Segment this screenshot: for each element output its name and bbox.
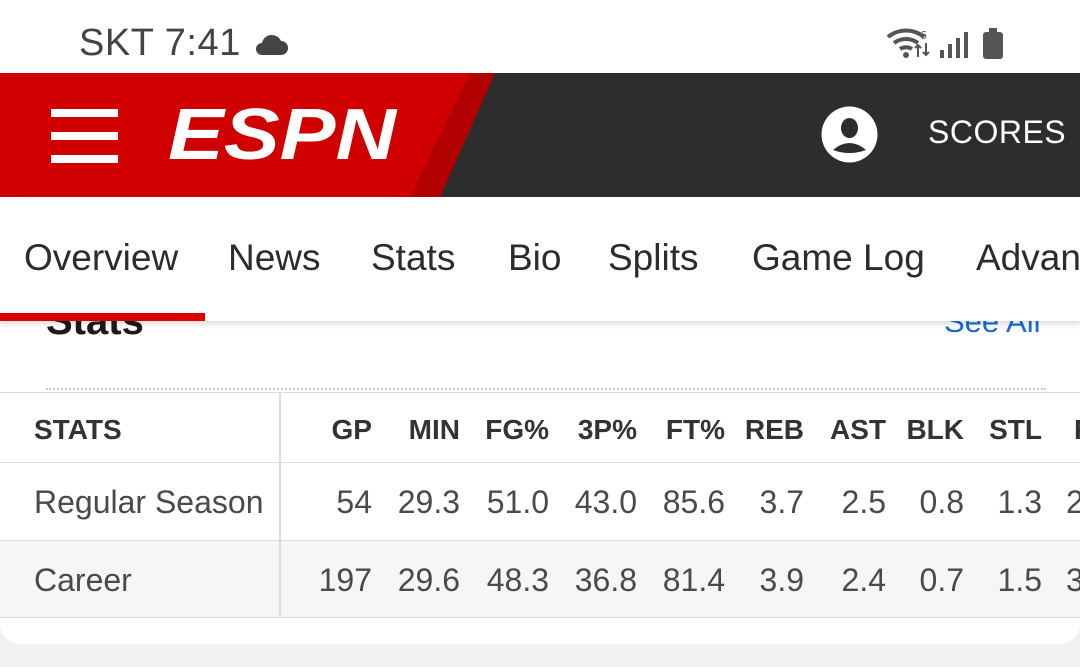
- tab-news[interactable]: News: [228, 237, 321, 279]
- stat-cell: 0.7: [919, 562, 964, 598]
- divider: [46, 388, 1046, 390]
- stat-cell: 1.3: [997, 484, 1042, 520]
- tab-advanced[interactable]: Advan: [976, 237, 1080, 279]
- column-header[interactable]: GP: [332, 414, 372, 446]
- column-header[interactable]: FG%: [485, 414, 549, 446]
- menu-button[interactable]: [51, 109, 118, 163]
- menu-bar: [51, 155, 118, 163]
- stat-cell: 54: [336, 484, 372, 520]
- table-row: Regular Season 54 29.3 51.0 43.0 85.6 3.…: [0, 462, 1080, 540]
- table-row: Career 197 29.6 48.3 36.8 81.4 3.9 2.4 0…: [0, 540, 1080, 618]
- stat-cell: 2.5: [841, 484, 886, 520]
- stat-cell: 197: [318, 562, 372, 598]
- signal-icon: [940, 32, 968, 58]
- stat-cell: 81.4: [662, 562, 725, 598]
- clock: 7:41: [164, 22, 241, 64]
- column-header[interactable]: AST: [830, 414, 886, 446]
- stat-cell: 51.0: [486, 484, 549, 520]
- menu-bar: [51, 109, 118, 117]
- scores-link[interactable]: SCORES: [928, 114, 1066, 151]
- stat-cell: 43.0: [574, 484, 637, 520]
- stat-cell: 36.8: [574, 562, 637, 598]
- column-header[interactable]: FT%: [666, 414, 725, 446]
- row-label: Regular Season: [34, 484, 264, 520]
- svg-text:ESPN: ESPN: [168, 105, 398, 165]
- svg-text:6: 6: [920, 29, 927, 42]
- see-all-link[interactable]: See All: [944, 321, 1041, 340]
- column-header[interactable]: STL: [989, 414, 1042, 446]
- stat-cell: 29.6: [397, 562, 460, 598]
- battery-icon: [983, 28, 1003, 59]
- stat-cell: 3.9: [759, 562, 804, 598]
- tab-game-log[interactable]: Game Log: [752, 237, 925, 279]
- carrier: SKT: [79, 22, 154, 64]
- stat-cell: 85.6: [662, 484, 725, 520]
- account-icon[interactable]: [821, 106, 878, 163]
- stat-cell: 0.8: [919, 484, 964, 520]
- tab-bio[interactable]: Bio: [508, 237, 561, 279]
- stat-cell: 29.3: [397, 484, 460, 520]
- table-header-row: STATS GP MIN FG% 3P% FT% REB AST BLK STL…: [0, 392, 1080, 462]
- stat-cell: 2: [1066, 484, 1080, 520]
- status-bar: SKT 7:41 6: [0, 0, 1080, 73]
- stat-cell: 1.5: [997, 562, 1042, 598]
- active-tab-indicator: [0, 313, 205, 321]
- stat-cell: 3.7: [759, 484, 804, 520]
- cloud-icon: [256, 34, 288, 55]
- section-title: Stats: [46, 321, 144, 343]
- menu-bar: [51, 132, 118, 140]
- app-header: ESPN SCORES: [0, 73, 1080, 197]
- carrier-time: SKT 7:41: [79, 22, 241, 65]
- column-header: STATS: [34, 414, 122, 445]
- player-tabs: Overview News Stats Bio Splits Game Log …: [0, 197, 1080, 321]
- wifi-icon: 6: [886, 28, 930, 58]
- column-header[interactable]: MIN: [409, 414, 460, 446]
- stat-cell: 3: [1066, 562, 1080, 598]
- tab-overview[interactable]: Overview: [24, 237, 178, 279]
- espn-logo[interactable]: ESPN: [168, 105, 398, 165]
- column-header[interactable]: REB: [745, 414, 804, 446]
- column-header[interactable]: BLK: [906, 414, 964, 446]
- tab-stats[interactable]: Stats: [371, 237, 455, 279]
- column-header[interactable]: P: [1074, 414, 1080, 446]
- column-divider: [279, 392, 281, 618]
- stat-cell: 48.3: [486, 562, 549, 598]
- row-label: Career: [34, 562, 132, 598]
- stat-cell: 2.4: [841, 562, 886, 598]
- column-header[interactable]: 3P%: [578, 414, 637, 446]
- stats-card: Stats See All STATS GP MIN FG% 3P% FT% R…: [0, 321, 1080, 644]
- tab-splits[interactable]: Splits: [608, 237, 698, 279]
